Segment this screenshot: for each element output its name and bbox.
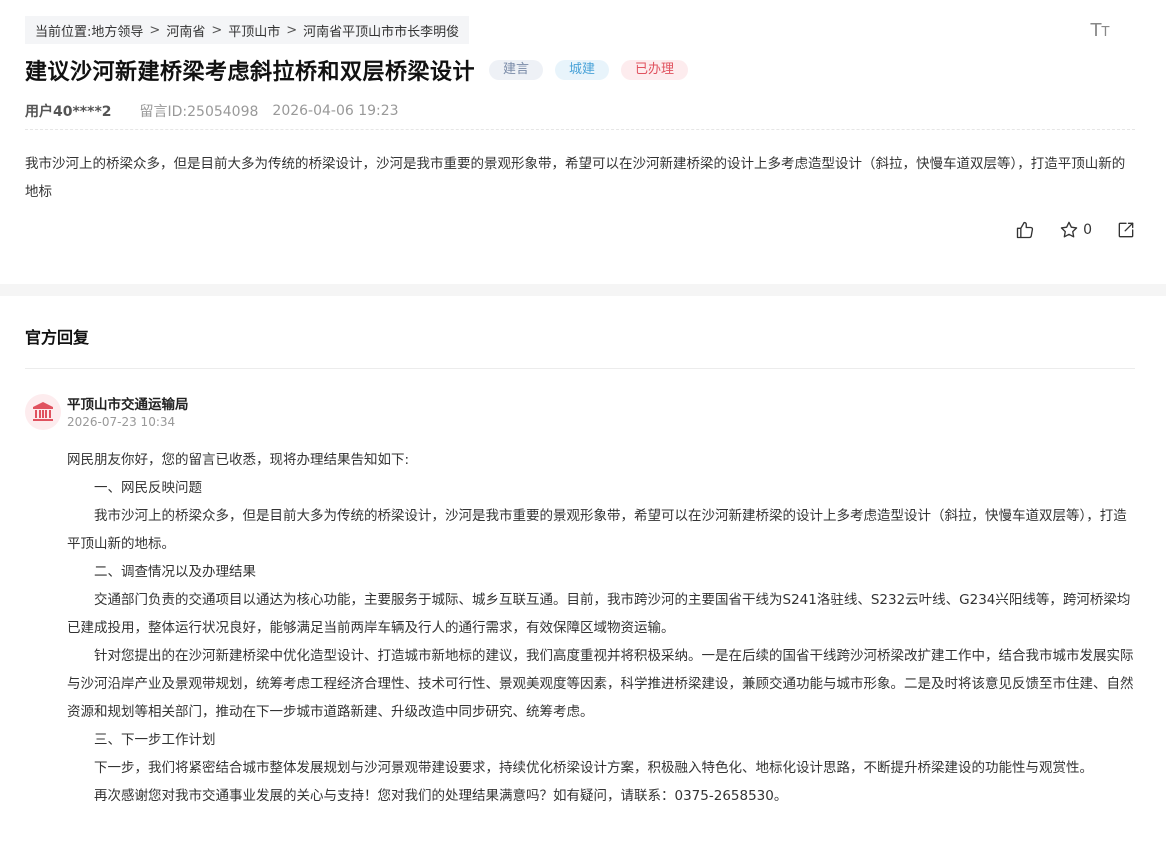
reply-body: 网民朋友你好，您的留言已收悉，现将办理结果告知如下: 一、网民反映问题 我市沙河… <box>67 446 1137 810</box>
reply-heading: 二、调查情况以及办理结果 <box>94 564 256 580</box>
reply-paragraph: 针对您提出的在沙河新建桥梁中优化造型设计、打造城市新地标的建议，我们高度重视并将… <box>67 648 1134 720</box>
status-badge: 已办理 <box>621 60 689 80</box>
reply-heading: 三、下一步工作计划 <box>94 732 216 748</box>
message-time: 2026-04-06 19:23 <box>272 103 399 119</box>
reply-paragraph: 网民朋友你好，您的留言已收悉，现将办理结果告知如下: <box>67 452 410 468</box>
tag-urban-construction: 城建 <box>555 60 610 80</box>
reply-paragraph: 我市沙河上的桥梁众多，但是目前大多为传统的桥梁设计，沙河是我市重要的景观形象带，… <box>67 508 1127 552</box>
reply-time: 2026-07-23 10:34 <box>67 415 176 429</box>
government-building-icon <box>33 402 53 421</box>
font-size-icon[interactable]: TT <box>1088 18 1112 42</box>
message-actions: 0 <box>991 220 1136 240</box>
breadcrumb-item-leaders[interactable]: 地方领导 <box>91 21 143 40</box>
favorite-count: 0 <box>1083 222 1092 238</box>
page-title: 建议沙河新建桥梁考虑斜拉桥和双层桥梁设计 <box>25 60 476 85</box>
reply-paragraph: 交通部门负责的交通项目以通达为核心功能，主要服务于城际、城乡互联互通。目前，我市… <box>67 592 1131 636</box>
favorite-button[interactable]: 0 <box>1059 220 1092 240</box>
breadcrumb-item-mayor[interactable]: 河南省平顶山市市长李明俊 <box>303 21 459 40</box>
avatar <box>25 394 61 430</box>
divider <box>25 129 1135 130</box>
user-name: 用户40****2 <box>25 104 112 120</box>
breadcrumb-separator: > <box>286 22 298 38</box>
share-button[interactable] <box>1116 220 1136 240</box>
reply-paragraph: 下一步，我们将紧密结合城市整体发展规划与沙河景观带建设要求，持续优化桥梁设计方案… <box>94 760 1093 776</box>
section-gap <box>0 284 1166 296</box>
message-section: 当前位置: 地方领导 > 河南省 > 平顶山市 > 河南省平顶山市市长李明俊 T… <box>0 0 1166 284</box>
divider <box>25 368 1135 369</box>
like-button[interactable] <box>1015 220 1035 240</box>
message-id: 留言ID:25054098 <box>139 104 259 120</box>
breadcrumb: 当前位置: 地方领导 > 河南省 > 平顶山市 > 河南省平顶山市市长李明俊 <box>25 16 470 44</box>
reply-section-title: 官方回复 <box>25 328 90 347</box>
star-icon <box>1060 221 1078 238</box>
breadcrumb-item-city[interactable]: 平顶山市 <box>228 21 280 40</box>
tag-suggestion: 建言 <box>489 60 544 80</box>
reply-heading: 一、网民反映问题 <box>94 480 202 496</box>
breadcrumb-prefix: 当前位置: <box>35 24 92 40</box>
message-meta: 用户40****2 留言ID:25054098 2026-04-06 19:23 <box>25 101 399 121</box>
breadcrumb-separator: > <box>149 22 161 38</box>
reply-paragraph: 再次感谢您对我市交通事业发展的关心与支持！您对我们的处理结果满意吗？如有疑问，请… <box>94 788 788 804</box>
thumbs-up-icon <box>1016 221 1034 239</box>
department-name: 平顶山市交通运输局 <box>67 397 189 413</box>
title-row: 建议沙河新建桥梁考虑斜拉桥和双层桥梁设计 建言 城建 已办理 <box>25 54 689 86</box>
message-content: 我市沙河上的桥梁众多，但是目前大多为传统的桥梁设计，沙河是我市重要的景观形象带，… <box>25 156 1126 200</box>
breadcrumb-separator: > <box>211 22 223 38</box>
breadcrumb-item-province[interactable]: 河南省 <box>166 21 205 40</box>
share-icon <box>1118 222 1134 238</box>
